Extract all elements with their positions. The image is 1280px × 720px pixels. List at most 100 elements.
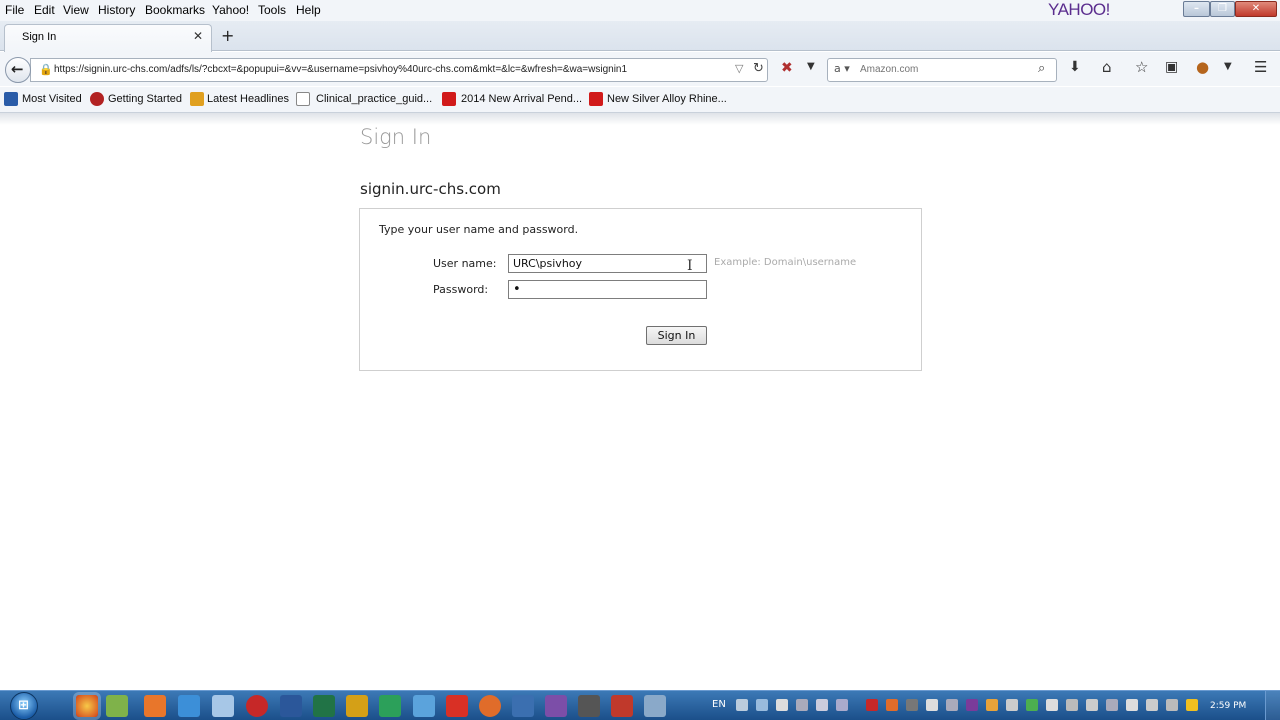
- tray-icon[interactable]: [796, 699, 808, 711]
- bookmark-2014-new-arrival[interactable]: 2014 New Arrival Pend...: [461, 93, 582, 105]
- help-icon[interactable]: [736, 699, 748, 711]
- amazon-icon: a ▾: [834, 62, 850, 75]
- rss-icon: [190, 92, 204, 106]
- app-icon[interactable]: [246, 695, 268, 717]
- search-icon[interactable]: ⌕: [1038, 61, 1045, 76]
- bookmark-latest-headlines[interactable]: Latest Headlines: [207, 93, 289, 105]
- app-icon[interactable]: [512, 695, 534, 717]
- menu-help[interactable]: Help: [296, 3, 321, 17]
- start-button[interactable]: ⊞: [10, 692, 38, 720]
- app-icon[interactable]: [413, 695, 435, 717]
- search-box[interactable]: a ▾ ⌕: [827, 58, 1057, 82]
- page-icon: [296, 92, 310, 106]
- page-title: Sign In: [360, 125, 432, 149]
- minimize-button[interactable]: –: [1183, 1, 1210, 17]
- menu-history[interactable]: History: [98, 3, 135, 17]
- tray-icon[interactable]: [756, 699, 768, 711]
- bookmark-most-visited[interactable]: Most Visited: [22, 93, 82, 105]
- tray-icon[interactable]: [906, 699, 918, 711]
- app-icon[interactable]: [611, 695, 633, 717]
- folder-icon: [4, 92, 18, 106]
- app-icon[interactable]: [578, 695, 600, 717]
- app-icon[interactable]: [644, 695, 666, 717]
- clipboard-icon[interactable]: ▣: [1165, 59, 1178, 75]
- instruction-text: Type your user name and password.: [379, 223, 579, 236]
- chevron-down-icon[interactable]: ▼: [807, 61, 815, 72]
- close-window-button[interactable]: ✕: [1235, 1, 1277, 17]
- search-input[interactable]: [860, 64, 1040, 75]
- tab-sign-in[interactable]: Sign In ✕: [4, 24, 212, 52]
- language-indicator[interactable]: EN: [712, 699, 726, 710]
- content-shadow: [0, 113, 1280, 125]
- excel-icon[interactable]: [313, 695, 335, 717]
- close-icon[interactable]: ✕: [193, 29, 203, 43]
- browser-window: File Edit View History Bookmarks Yahoo! …: [0, 0, 1280, 720]
- app-icon[interactable]: [178, 695, 200, 717]
- app-icon[interactable]: [212, 695, 234, 717]
- tray-icon[interactable]: [1086, 699, 1098, 711]
- chevron-down-icon[interactable]: ▽: [735, 62, 743, 75]
- volume-icon[interactable]: [1166, 699, 1178, 711]
- media-icon[interactable]: [144, 695, 166, 717]
- menu-edit[interactable]: Edit: [34, 3, 55, 17]
- password-field[interactable]: •: [508, 280, 707, 299]
- tray-icon[interactable]: [1186, 699, 1198, 711]
- minimize-icon: –: [1194, 3, 1199, 14]
- onenote-icon[interactable]: [966, 699, 978, 711]
- download-icon[interactable]: ⬇: [1069, 59, 1081, 75]
- bookmark-clinical-practice[interactable]: Clinical_practice_guid...: [316, 93, 432, 105]
- app-icon[interactable]: [446, 695, 468, 717]
- chevron-down-icon[interactable]: ▼: [1224, 61, 1232, 72]
- back-button[interactable]: ←: [5, 57, 31, 83]
- login-form: Type your user name and password. User n…: [359, 208, 922, 371]
- avatar-icon[interactable]: ●: [1196, 58, 1209, 76]
- tray-icon[interactable]: [1066, 699, 1078, 711]
- tray-icon[interactable]: [926, 699, 938, 711]
- sign-in-button[interactable]: Sign In: [646, 326, 707, 345]
- menu-tools[interactable]: Tools: [258, 3, 286, 17]
- yahoo-logo: YAHOO!: [1048, 0, 1110, 19]
- tray-icon[interactable]: [986, 699, 998, 711]
- show-desktop-button[interactable]: [1265, 691, 1280, 720]
- app-icon[interactable]: [379, 695, 401, 717]
- bookmark-getting-started[interactable]: Getting Started: [108, 93, 182, 105]
- menu-hamburger-icon[interactable]: ☰: [1254, 58, 1267, 76]
- explorer-icon[interactable]: [106, 695, 128, 717]
- tray-icon[interactable]: [886, 699, 898, 711]
- tray-icon[interactable]: [1006, 699, 1018, 711]
- reload-icon[interactable]: ↻: [753, 61, 764, 76]
- tray-icon[interactable]: [866, 699, 878, 711]
- clock[interactable]: 2:59 PM: [1210, 701, 1246, 711]
- home-icon[interactable]: ⌂: [1102, 58, 1112, 76]
- menu-bar: File Edit View History Bookmarks Yahoo! …: [0, 0, 1280, 21]
- tray-icon[interactable]: [816, 699, 828, 711]
- chrome-icon[interactable]: [76, 695, 98, 717]
- tray-icon[interactable]: [1106, 699, 1118, 711]
- restore-icon: ❐: [1218, 3, 1227, 14]
- firefox-icon[interactable]: [479, 695, 501, 717]
- firefox-icon: [90, 92, 104, 106]
- maximize-button[interactable]: ❐: [1210, 1, 1235, 17]
- tray-icon[interactable]: [836, 699, 848, 711]
- url-bar[interactable]: 🔒 https://signin.urc-chs.com/adfs/ls/?cb…: [30, 58, 768, 82]
- username-field[interactable]: [508, 254, 707, 273]
- word-icon[interactable]: [280, 695, 302, 717]
- menu-view[interactable]: View: [63, 3, 89, 17]
- app-icon[interactable]: [346, 695, 368, 717]
- bookmark-star-icon[interactable]: ☆: [1135, 58, 1148, 76]
- plus-icon[interactable]: +: [221, 26, 234, 45]
- tray-icon[interactable]: [1126, 699, 1138, 711]
- menu-bookmarks[interactable]: Bookmarks: [145, 3, 205, 17]
- menu-file[interactable]: File: [5, 3, 24, 17]
- url-text[interactable]: https://signin.urc-chs.com/adfs/ls/?cbcx…: [54, 64, 734, 75]
- app-icon[interactable]: [545, 695, 567, 717]
- tray-icon[interactable]: [1026, 699, 1038, 711]
- username-label: User name:: [433, 257, 497, 270]
- tray-icon[interactable]: [946, 699, 958, 711]
- menu-yahoo[interactable]: Yahoo!: [212, 3, 249, 17]
- network-icon[interactable]: [1146, 699, 1158, 711]
- tray-icon[interactable]: [776, 699, 788, 711]
- tray-icon[interactable]: [1046, 699, 1058, 711]
- addon-icon[interactable]: ✖: [781, 60, 793, 76]
- bookmark-new-silver-alloy[interactable]: New Silver Alloy Rhine...: [607, 93, 727, 105]
